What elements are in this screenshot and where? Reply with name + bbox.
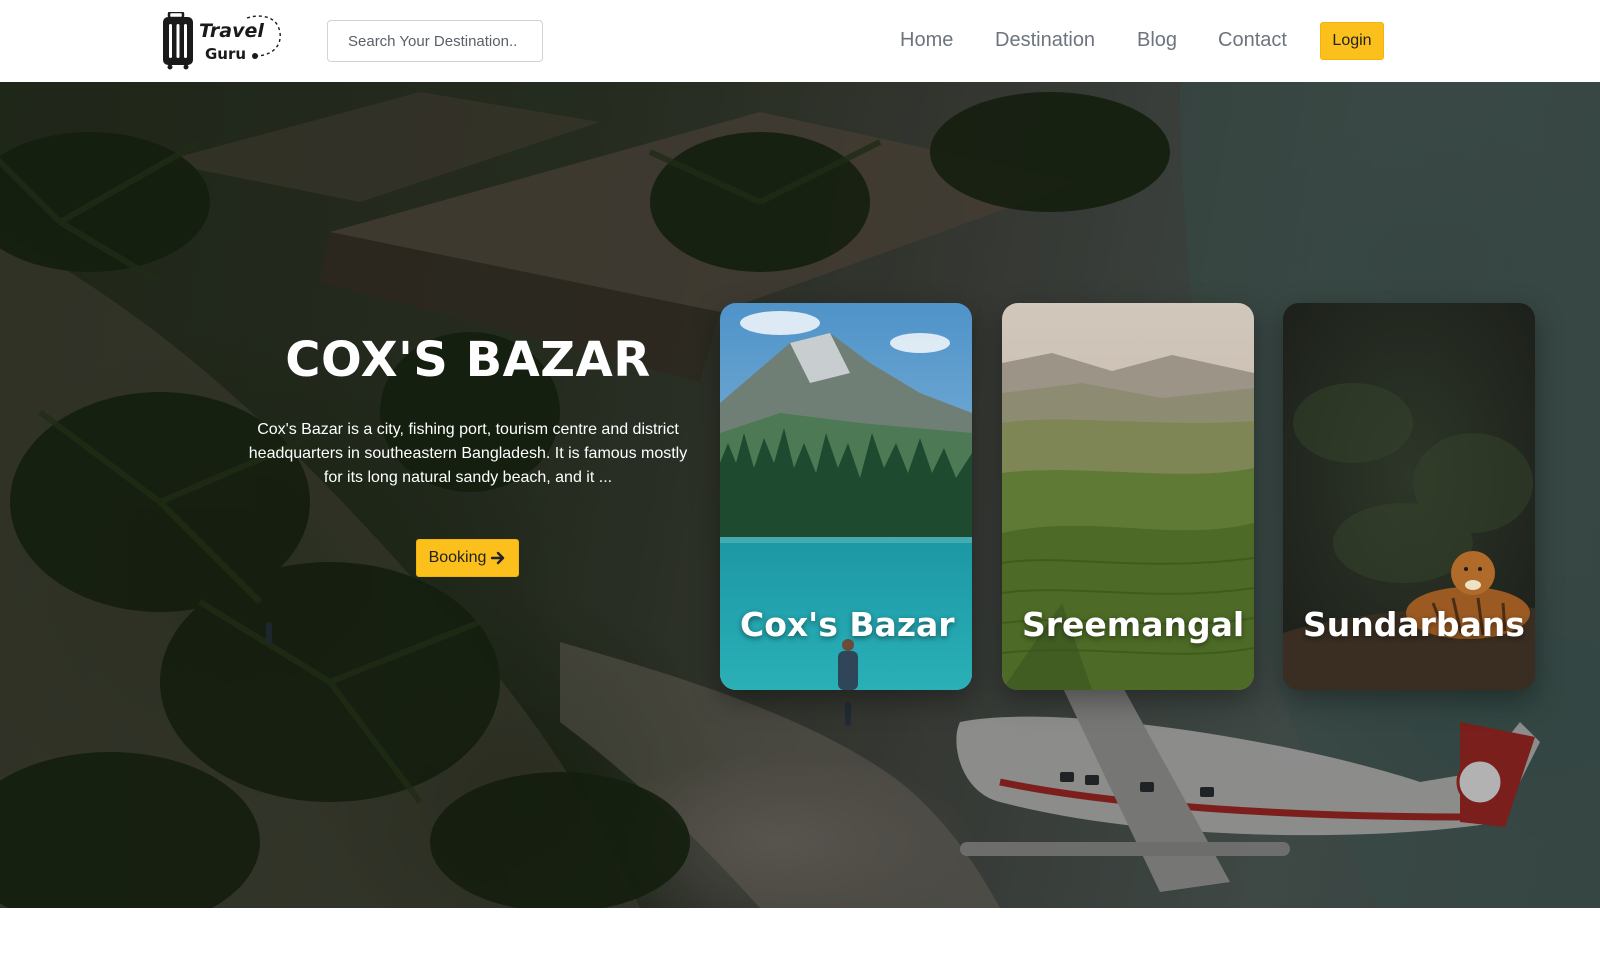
logo-text-travel: Travel <box>199 20 264 42</box>
card-label-sundarbans: Sundarbans <box>1303 605 1525 644</box>
card-label-sreemangal: Sreemangal <box>1022 605 1245 644</box>
destination-card-coxs-bazar[interactable]: Cox's Bazar <box>720 303 972 690</box>
nav-link-contact[interactable]: Contact <box>1218 29 1287 52</box>
page-bottom-area <box>0 908 1600 958</box>
nav-link-destination[interactable]: Destination <box>995 29 1095 52</box>
logo-text-guru: Guru <box>205 45 247 63</box>
booking-button[interactable]: Booking <box>416 539 519 577</box>
hero-description: Cox's Bazar is a city, fishing port, tou… <box>248 421 688 486</box>
booking-button-label: Booking <box>428 549 487 566</box>
hero-title: COX'S BAZAR <box>285 332 651 388</box>
arrow-right-icon <box>491 551 505 565</box>
destination-card-sreemangal[interactable]: Sreemangal <box>1002 303 1254 690</box>
travel-guru-logo[interactable]: Travel Guru <box>163 12 291 70</box>
hero-section: COX'S BAZAR Cox's Bazar is a city, fishi… <box>0 82 1600 908</box>
login-button[interactable]: Login <box>1320 22 1384 60</box>
card-label-coxs-bazar: Cox's Bazar <box>740 605 955 644</box>
navbar: Travel Guru Home Destination Blog Contac… <box>0 0 1600 82</box>
destination-card-sundarbans[interactable]: Sundarbans <box>1283 303 1535 690</box>
search-destination-input[interactable] <box>327 20 543 62</box>
nav-link-home[interactable]: Home <box>900 29 953 52</box>
nav-link-blog[interactable]: Blog <box>1137 29 1177 52</box>
